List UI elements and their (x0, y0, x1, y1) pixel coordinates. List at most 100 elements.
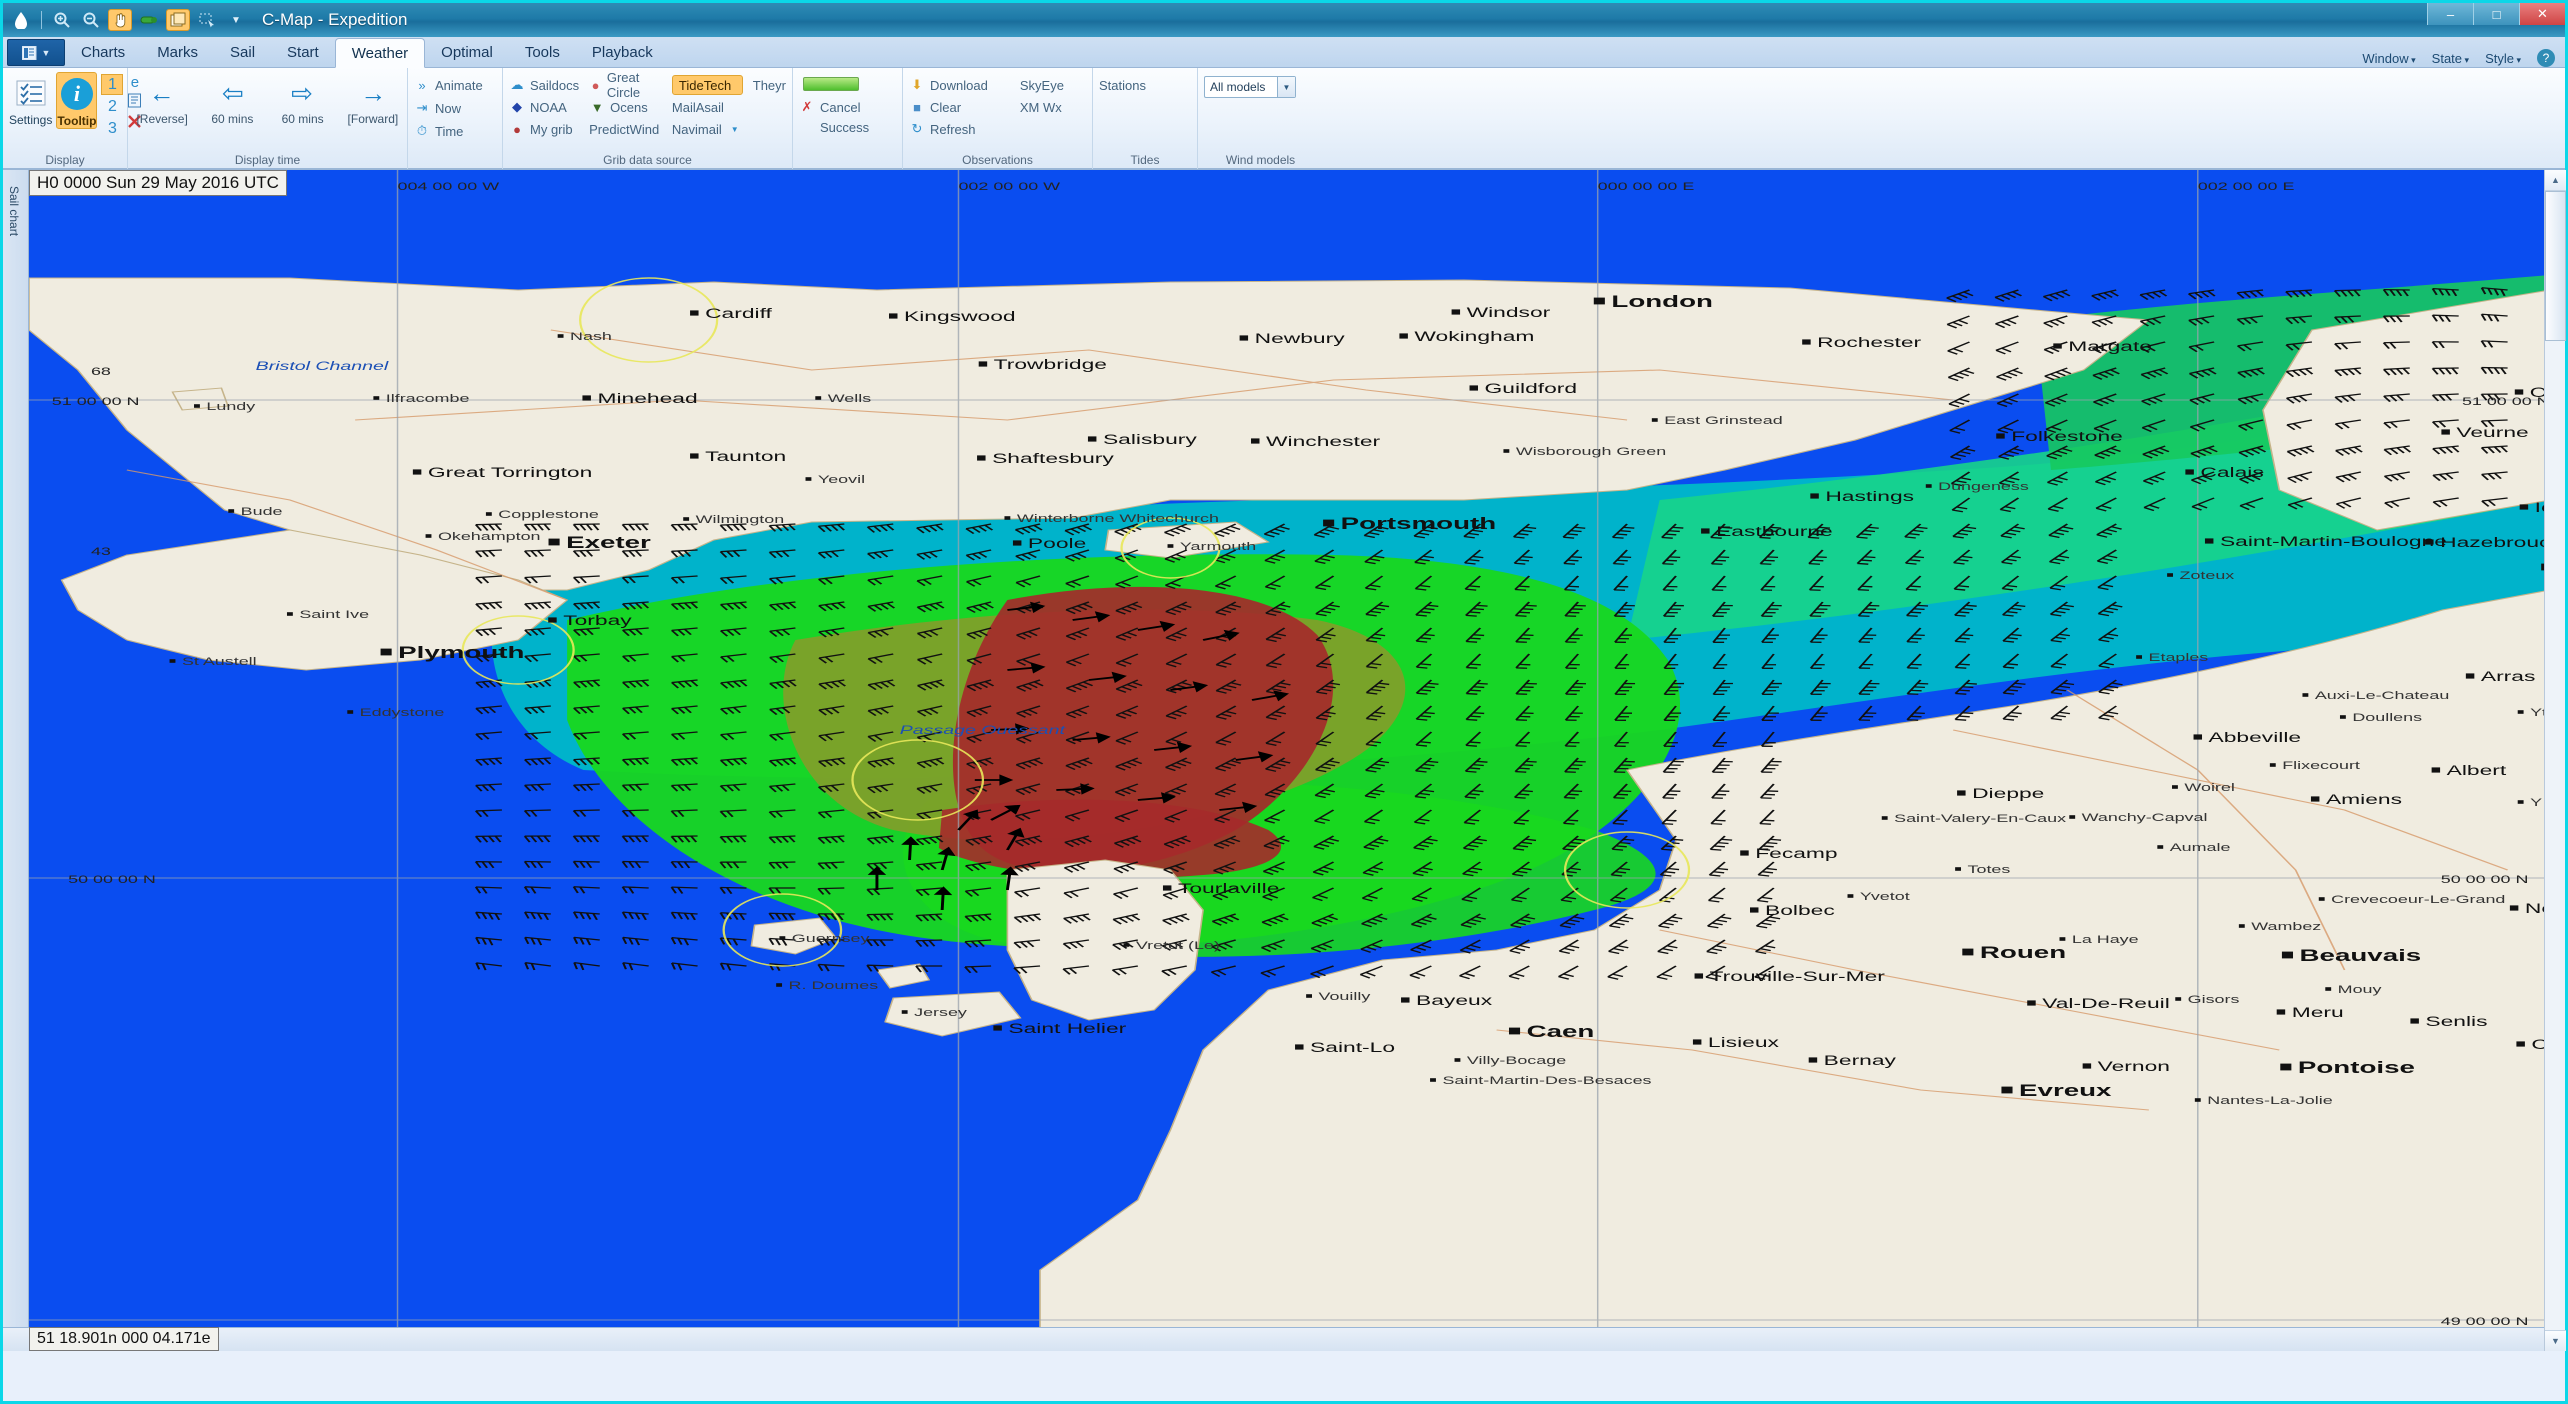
tab-strip-right-controls: Window State Style ? (2362, 49, 2565, 67)
my-grib-button[interactable]: ● My grib (509, 119, 579, 139)
chevron-down-icon[interactable]: ▼ (1277, 77, 1295, 97)
ribbon-group-tides: Stations Tides (1093, 68, 1198, 169)
pan-hand-icon[interactable] (108, 9, 132, 31)
clear-button[interactable]: ■ Clear (909, 97, 1010, 117)
reverse-arrow-icon[interactable]: ← (149, 80, 175, 106)
predictwind-button[interactable]: PredictWind (589, 119, 662, 139)
svg-text:Salisbury: Salisbury (1103, 432, 1197, 448)
tab-sail[interactable]: Sail (214, 38, 271, 67)
svg-text:Arras: Arras (2481, 669, 2536, 685)
group-label-grib-data-source: Grib data source (603, 153, 692, 167)
tab-weather[interactable]: Weather (334, 38, 426, 68)
group-label-observations: Observations (962, 153, 1033, 167)
close-button[interactable]: ✕ (2519, 3, 2565, 25)
svg-text:Etaples: Etaples (2149, 652, 2209, 664)
maximize-button[interactable]: □ (2473, 3, 2519, 25)
svg-text:Rouen: Rouen (1980, 942, 2066, 961)
window-menu[interactable]: Window (2362, 51, 2415, 66)
window-title: C-Map - Expedition (262, 10, 408, 29)
scroll-down-arrow-icon[interactable]: ▼ (2545, 1330, 2566, 1351)
pointer-icon[interactable] (137, 9, 161, 31)
qat-more-icon[interactable]: ▼ (224, 9, 248, 31)
step-forward-arrow-icon[interactable]: ⇨ (291, 80, 313, 106)
minimize-button[interactable]: – (2427, 3, 2473, 25)
wind-models-dropdown[interactable]: All models ▼ (1204, 76, 1296, 98)
zoom-in-icon[interactable] (50, 9, 74, 31)
svg-text:Copplestone: Copplestone (498, 509, 599, 521)
stations-button[interactable]: Stations (1099, 75, 1191, 95)
svg-text:Crevecoeur-Le-Grand: Crevecoeur-Le-Grand (2331, 894, 2505, 906)
skyeye-label: SkyEye (1019, 77, 1064, 93)
now-button[interactable]: ⇥ Now (414, 98, 496, 118)
layers-icon[interactable] (166, 9, 190, 31)
time-label: Time (435, 123, 464, 139)
qat-separator (41, 11, 42, 29)
tab-charts[interactable]: Charts (65, 38, 141, 67)
refresh-button[interactable]: ↻ Refresh (909, 119, 1010, 139)
settings-button[interactable]: Settings (9, 72, 52, 127)
now-icon: ⇥ (416, 100, 428, 115)
svg-text:R. Doumes: R. Doumes (789, 980, 879, 992)
tab-tools[interactable]: Tools (509, 38, 576, 67)
noaa-button[interactable]: ◆ NOAA (509, 97, 579, 117)
tab-start[interactable]: Start (271, 38, 335, 67)
display-number-3[interactable]: 3 (101, 118, 123, 139)
svg-text:Saint Ive: Saint Ive (299, 609, 369, 621)
svg-text:Torbay: Torbay (563, 613, 632, 629)
xmwx-button[interactable]: XM Wx (1020, 97, 1086, 117)
scroll-up-arrow-icon[interactable]: ▲ (2545, 170, 2566, 191)
svg-text:Saint-Lo: Saint-Lo (1310, 1040, 1395, 1056)
weather-map[interactable]: Bristol Channel Cardiff Nash Kingswood Newbu… (29, 170, 2565, 1351)
tab-playback[interactable]: Playback (576, 38, 669, 67)
map-vertical-scrollbar[interactable]: ▲ ▼ (2544, 170, 2566, 1351)
tidetech-button[interactable]: TideTech (671, 75, 743, 95)
svg-text:Meru: Meru (2292, 1005, 2344, 1021)
skyeye-button[interactable]: SkyEye (1020, 75, 1086, 95)
saildocs-button[interactable]: ☁ Saildocs (509, 75, 580, 95)
cancel-x-icon: ✗ (801, 99, 813, 114)
step-back-arrow-icon[interactable]: ⇦ (222, 80, 244, 106)
download-button[interactable]: ⬇ Download (909, 75, 1010, 95)
app-logo-icon[interactable] (9, 9, 33, 31)
display-number-2[interactable]: 2 (101, 96, 123, 117)
scrollbar-thumb[interactable] (2545, 191, 2566, 341)
tab-marks[interactable]: Marks (141, 38, 214, 67)
zoom-out-icon[interactable] (79, 9, 103, 31)
map-place-label: Eddystone (347, 707, 444, 719)
svg-text:Pontoise: Pontoise (2298, 1057, 2415, 1076)
map-place-label: Winterborne Whitechurch (1004, 513, 1219, 525)
map-place-label: Val-De-Reuil (2027, 996, 2170, 1012)
svg-text:Aumale: Aumale (2170, 842, 2231, 854)
forward-label: [Forward] (347, 112, 399, 126)
theyr-button[interactable]: Theyr (753, 75, 786, 95)
tooltip-button[interactable]: i Tooltip (56, 72, 98, 129)
map-canvas[interactable]: Bristol Channel Cardiff Nash Kingswood Newbu… (29, 170, 2550, 1351)
time-button[interactable]: ⏱ Time (414, 121, 496, 141)
mailasail-button[interactable]: MailAsail (672, 97, 743, 117)
state-menu[interactable]: State (2432, 51, 2469, 66)
display-number-1[interactable]: 1 (101, 74, 124, 95)
stations-label: Stations (1099, 77, 1146, 93)
help-icon[interactable]: ? (2537, 49, 2555, 67)
svg-text:Saint-Valery-En-Caux: Saint-Valery-En-Caux (1894, 813, 2067, 825)
sail-chart-side-tab[interactable]: Sail chart (3, 170, 29, 1351)
map-place-label: East Grinstead (1651, 415, 1783, 427)
forward-arrow-icon[interactable]: → (360, 80, 386, 106)
style-menu[interactable]: Style (2485, 51, 2521, 66)
animate-button[interactable]: » Animate (414, 75, 496, 95)
cancel-button[interactable]: ✗ Cancel (799, 97, 896, 117)
svg-text:Veurne: Veurne (2456, 425, 2528, 441)
svg-text:Nash: Nash (570, 331, 612, 343)
ocens-button[interactable]: ▼ Ocens (589, 97, 662, 117)
application-menu-button[interactable]: ▼ (7, 39, 65, 66)
select-icon[interactable] (195, 9, 219, 31)
svg-text:Ilfracombe: Ilfracombe (386, 393, 470, 405)
svg-text:Villy-Bocage: Villy-Bocage (1467, 1055, 1566, 1067)
svg-text:Jersey: Jersey (914, 1007, 967, 1019)
tab-optimal[interactable]: Optimal (425, 38, 509, 67)
graticule-label: 43 (91, 546, 111, 558)
navimail-button[interactable]: Navimail ▼ (672, 119, 743, 139)
map-place-label: Saint-Lo (1295, 1040, 1395, 1056)
map-place-label: Beauvais (2281, 945, 2421, 965)
great-circle-button[interactable]: ● Great Circle (589, 70, 662, 100)
